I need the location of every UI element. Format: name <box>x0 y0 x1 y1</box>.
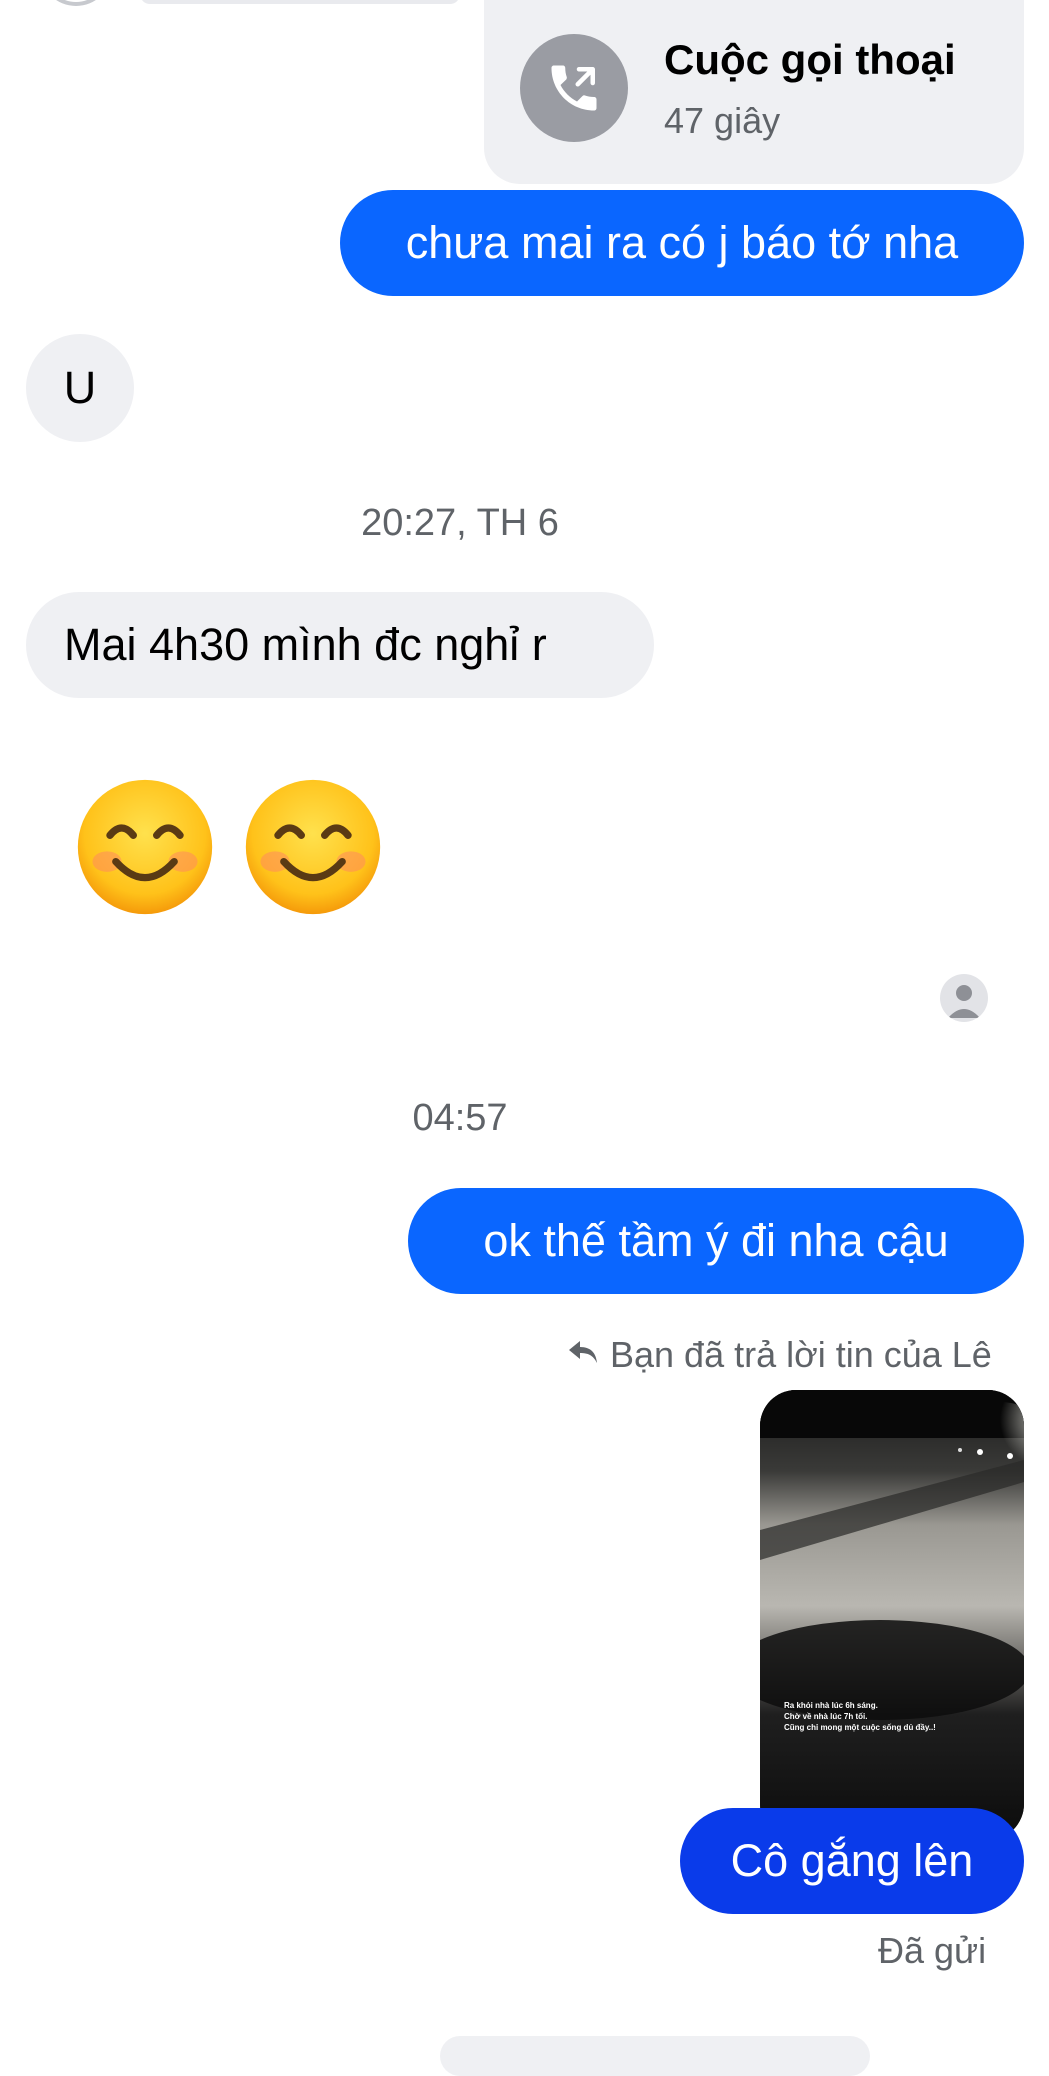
message-outgoing[interactable]: ok thế tầm ý đi nha cậu <box>408 1188 1024 1294</box>
timestamp: 20:27, TH 6 <box>361 502 559 544</box>
previous-message-partial <box>140 0 460 4</box>
smiling-face-emoji[interactable] <box>72 774 218 920</box>
reply-note: Bạn đã trả lời tin của Lê <box>566 1334 992 1376</box>
photo-caption-line: Ra khỏi nhà lúc 6h sáng. <box>784 1701 878 1710</box>
previous-avatar-partial <box>40 0 112 6</box>
replied-photo[interactable]: Ra khỏi nhà lúc 6h sáng. Chờ về nhà lúc … <box>760 1390 1024 1840</box>
phone-call-icon <box>520 34 628 142</box>
photo-caption-line: Chờ về nhà lúc 7h tối. <box>784 1712 867 1721</box>
timestamp: 04:57 <box>412 1097 508 1139</box>
smiling-face-emoji[interactable] <box>240 774 386 920</box>
message-outgoing[interactable]: chưa mai ra có j báo tớ nha <box>340 190 1024 296</box>
photo-caption-line: Cũng chỉ mong một cuộc sống dủ đầy..! <box>784 1723 936 1732</box>
reply-arrow-icon <box>566 1334 600 1376</box>
message-incoming[interactable]: Mai 4h30 mình đc nghỉ r <box>26 592 654 698</box>
message-outgoing[interactable]: Cô gắng lên <box>680 1808 1024 1914</box>
reply-note-text: Bạn đã trả lời tin của Lê <box>610 1334 992 1375</box>
next-message-partial <box>440 2036 870 2076</box>
delivery-status: Đã gửi <box>878 1930 987 1971</box>
seen-avatar-icon <box>940 974 988 1022</box>
call-title: Cuộc gọi thoại <box>664 36 956 83</box>
message-incoming[interactable]: U <box>26 334 134 442</box>
call-duration: 47 giây <box>664 100 781 141</box>
